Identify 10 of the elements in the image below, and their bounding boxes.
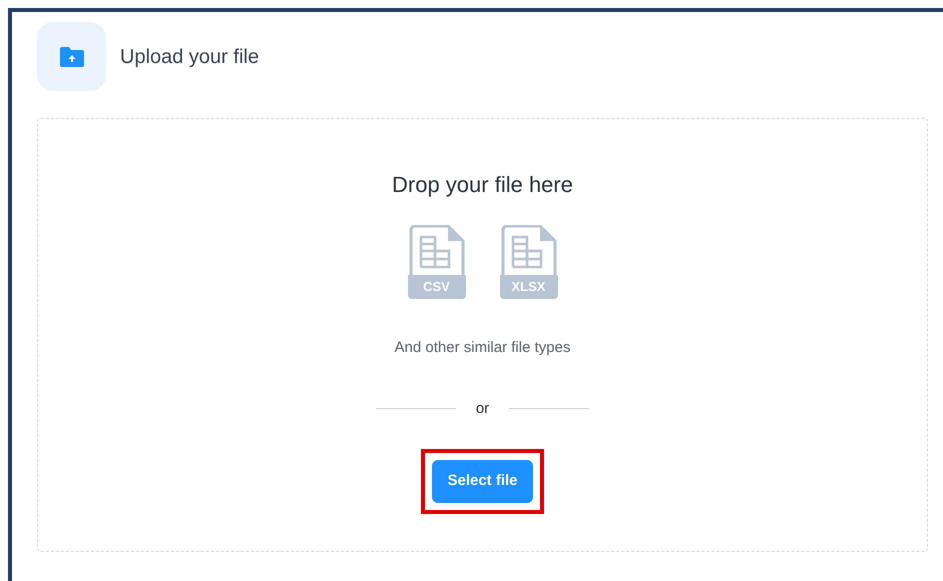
file-type-label: CSV <box>408 275 466 299</box>
folder-upload-icon <box>60 46 84 66</box>
select-file-button[interactable]: Select file <box>432 460 533 503</box>
file-type-label: XLSX <box>500 275 558 299</box>
spreadsheet-icon <box>500 225 558 275</box>
drop-title: Drop your file here <box>392 171 573 199</box>
upload-title: Upload your file <box>120 44 259 70</box>
file-types-note: And other similar file types <box>394 338 570 358</box>
separator-text: or <box>476 398 490 418</box>
spreadsheet-icon <box>408 225 466 275</box>
